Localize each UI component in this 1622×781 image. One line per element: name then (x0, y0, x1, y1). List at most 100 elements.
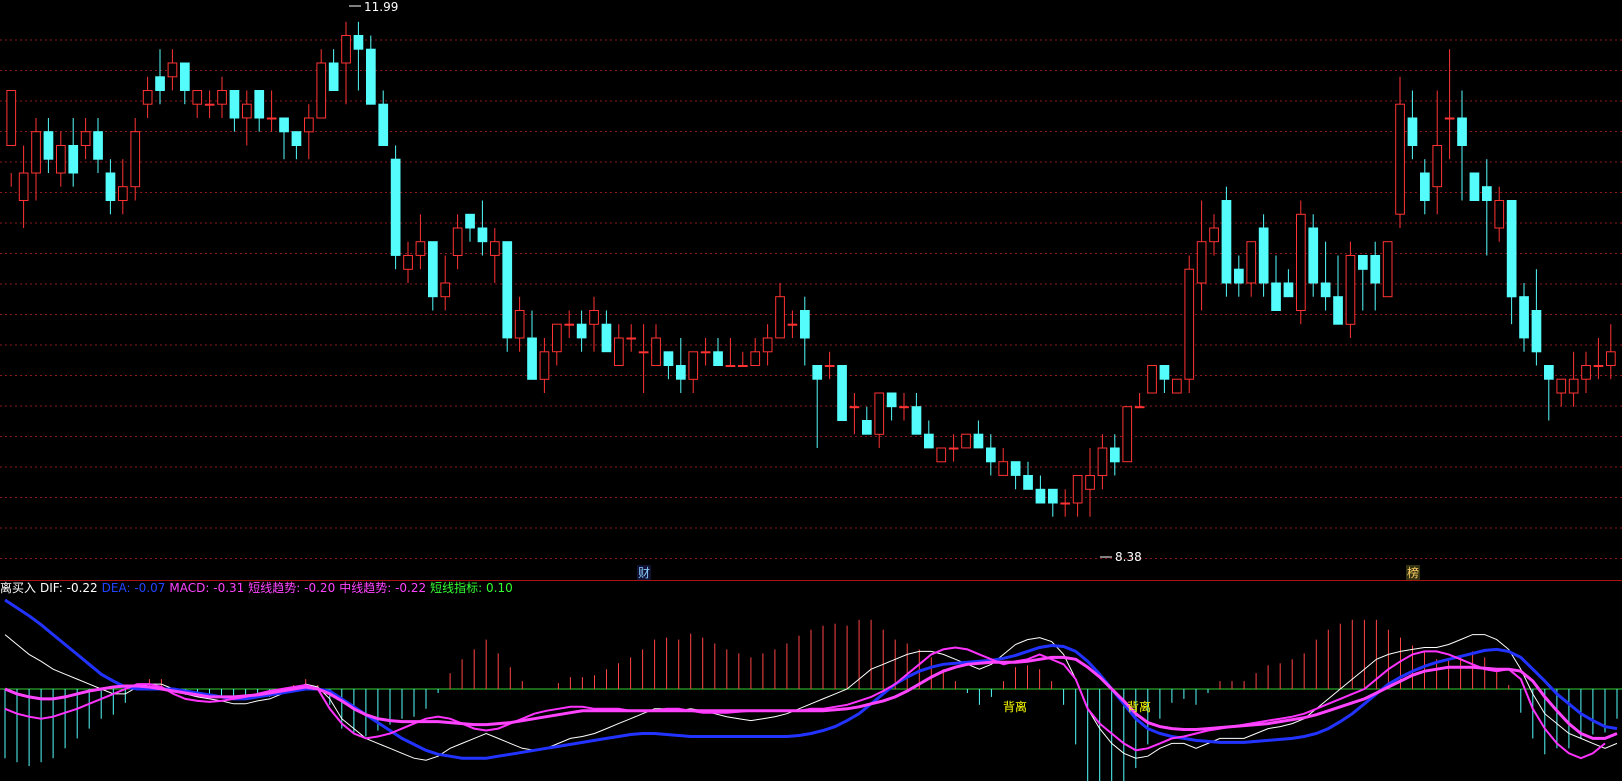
candle-body (440, 282, 451, 298)
divergence-label-2: 背离 (1127, 699, 1151, 714)
candle-body (1122, 406, 1133, 463)
candle-body (93, 131, 103, 160)
candle-body (378, 103, 389, 146)
candlestick-series (6, 21, 1616, 517)
candle-body (614, 337, 624, 366)
candle-body (663, 351, 674, 366)
indicator-legend-item: 中线趋势: -0.22 (339, 581, 427, 595)
divergence-labels: 背离 背离 (1003, 699, 1151, 714)
divergence-label-1: 背离 (1003, 699, 1027, 714)
candle-body (824, 365, 835, 367)
candle-body (452, 227, 463, 256)
candle-body (1345, 255, 1356, 325)
candle-body (1333, 296, 1343, 325)
candle-body (415, 241, 426, 256)
candle-body (1221, 200, 1232, 284)
candle-body (527, 337, 537, 380)
candle-body (1370, 255, 1381, 284)
marker-1: 财 (638, 566, 650, 580)
candle-body (428, 241, 438, 298)
candle-body (837, 365, 847, 421)
candle-body (180, 62, 190, 91)
indicator-panel (0, 598, 1622, 781)
candle-body (589, 310, 599, 325)
indicator-legend-item: 短线趋势: -0.20 (248, 581, 336, 595)
candle-body (1519, 296, 1529, 339)
candle-body (118, 186, 128, 201)
candle-body (1097, 447, 1108, 476)
candle-body (328, 62, 339, 91)
candle-body (1209, 227, 1219, 243)
candle-body (1358, 255, 1368, 270)
candle-body (1234, 268, 1244, 284)
candle-body (738, 365, 748, 367)
indicator-legend-item: 离买入 (0, 581, 37, 595)
indicator-legend-item: DIF: -0.22 (40, 581, 98, 595)
candle-body (353, 35, 364, 50)
candle-body (1544, 365, 1554, 380)
candle-body (601, 323, 612, 353)
candle-body (56, 145, 66, 174)
candle-body (366, 48, 376, 105)
candle-body (948, 447, 959, 450)
candle-body (1023, 475, 1033, 490)
candle-body (1283, 282, 1294, 298)
candle-body (514, 310, 525, 339)
candle-body (390, 158, 401, 256)
candle-body (43, 131, 54, 160)
candle-body (1184, 268, 1195, 380)
candle-body (849, 406, 860, 409)
candle-body (1556, 378, 1567, 394)
candle-body (1134, 406, 1145, 409)
indicator-legend-item: MACD: -0.31 (169, 581, 245, 595)
candle-body (1469, 172, 1480, 201)
candle-body (1382, 241, 1393, 298)
candle-body (279, 117, 289, 133)
candle-body (477, 227, 488, 243)
candle-body (812, 365, 823, 380)
candle-body (1606, 351, 1616, 366)
candle-body (31, 131, 41, 174)
candle-body (924, 433, 934, 449)
candle-body (1296, 213, 1306, 311)
candle-body (1246, 241, 1257, 284)
candle-body (304, 117, 314, 133)
candle-body (229, 90, 240, 119)
candle-body (1593, 365, 1604, 367)
marker-2: 榜 (1407, 565, 1419, 580)
candle-body (217, 90, 227, 105)
candle-body (973, 433, 984, 449)
candle-body (341, 35, 351, 64)
candle-body (1147, 365, 1157, 394)
candle-body (1482, 186, 1492, 201)
candle-body (787, 323, 798, 326)
candle-body (1060, 502, 1071, 505)
candle-body (1320, 282, 1331, 298)
candle-body (465, 213, 475, 229)
low-price-label: 8.38 (1115, 550, 1142, 564)
candle-body (1581, 365, 1591, 380)
candle-body (1271, 282, 1281, 311)
candle-body (936, 447, 947, 463)
candle-body (1258, 227, 1269, 284)
candle-body (1407, 117, 1418, 146)
candle-body (1568, 378, 1579, 394)
candle-body (700, 351, 711, 354)
candle-body (316, 62, 327, 119)
candle-body (403, 255, 413, 270)
candle-body (576, 323, 587, 339)
candle-body (105, 172, 116, 201)
candle-body (291, 131, 302, 146)
candle-body (986, 447, 996, 463)
candle-body (688, 351, 699, 380)
candle-body (862, 420, 872, 435)
candle-body (775, 296, 785, 339)
candle-body (1085, 475, 1095, 490)
candle-body (242, 103, 252, 119)
candle-body (676, 365, 686, 380)
candle-body (502, 241, 513, 339)
candle-body (638, 351, 649, 354)
indicator-legend: 离买入 DIF: -0.22 DEA: -0.07 MACD: -0.31 短线趋势: … (0, 580, 517, 596)
candle-body (800, 310, 810, 339)
stock-chart: 11.99 8.38 财 榜 背离 背离 (0, 0, 1622, 781)
